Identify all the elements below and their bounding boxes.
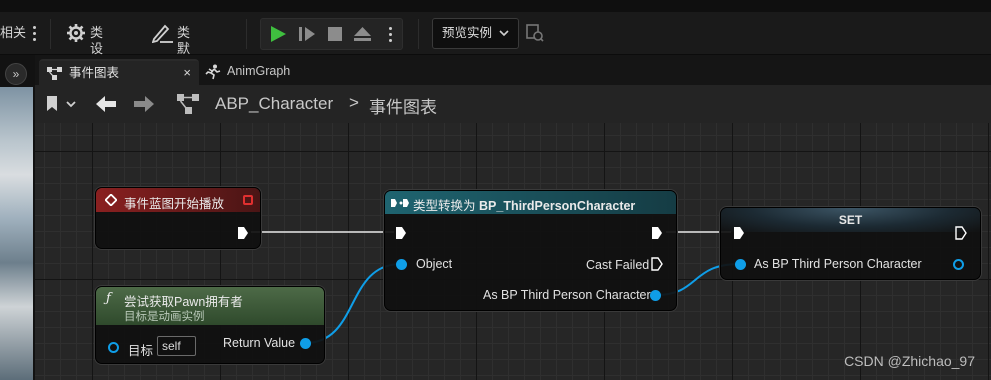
gear-icon — [67, 24, 85, 42]
exec-output-pin[interactable] — [651, 226, 663, 240]
viewport-thumbnail — [0, 87, 33, 380]
graph-icon — [177, 94, 199, 114]
play-icon[interactable] — [269, 25, 287, 43]
as-character-output-pin[interactable] — [650, 290, 661, 301]
toolbar-divider — [418, 19, 419, 49]
tab-anim-graph[interactable]: AnimGraph — [203, 59, 363, 85]
back-arrow-icon[interactable] — [95, 95, 117, 113]
cast-title-prefix: 类型转换为 — [413, 199, 476, 213]
event-diamond-icon — [105, 194, 117, 206]
watermark: CSDN @Zhichao_97 — [844, 353, 975, 369]
bookmark-icon[interactable] — [45, 95, 77, 113]
running-figure-icon — [205, 64, 221, 80]
node-subtitle: 目标是动画实例 — [124, 311, 205, 323]
class-defaults-button[interactable]: 类默认值 — [151, 23, 190, 88]
cut-off-label: 相关 — [0, 25, 27, 40]
chevron-down-icon — [499, 30, 509, 37]
debug-filter-icon[interactable] — [526, 24, 544, 42]
exec-input-pin[interactable] — [395, 226, 407, 240]
tab-event-graph[interactable]: 事件图表 × — [39, 59, 199, 85]
stop-icon[interactable] — [327, 26, 343, 42]
class-settings-button[interactable]: 类设置 — [66, 23, 103, 72]
delegate-pin-icon[interactable] — [243, 195, 253, 205]
as-character-label: As BP Third Person Character — [483, 288, 651, 302]
breadcrumb-graph[interactable]: 事件图表 — [369, 93, 437, 118]
close-icon[interactable]: × — [183, 61, 191, 85]
toolbar: 相关 类设置 类默认值 — [0, 0, 991, 88]
set-variable-node[interactable]: SET As BP Third Person Character — [720, 207, 981, 280]
exec-output-pin[interactable] — [955, 226, 967, 240]
toolbar-divider — [50, 19, 51, 49]
variable-input-pin[interactable] — [735, 259, 746, 270]
target-label: 目标 — [128, 344, 154, 358]
function-icon: ƒ — [106, 291, 111, 306]
return-value-pin[interactable] — [300, 338, 311, 349]
variable-label: As BP Third Person Character — [754, 257, 922, 271]
exec-output-pin[interactable] — [237, 226, 249, 240]
graph-icon — [47, 67, 62, 80]
breadcrumb-separator: > — [349, 93, 359, 112]
tab-bar: 事件图表 × AnimGraph — [35, 55, 991, 85]
node-header: SET — [721, 208, 980, 232]
node-title: 类型转换为 BP_ThirdPersonCharacter — [413, 195, 635, 214]
play-options-icon[interactable] — [389, 27, 393, 43]
node-header: ƒ 尝试获取Pawn拥有者 目标是动画实例 — [96, 287, 324, 325]
double-chevron-icon: » — [12, 67, 20, 81]
tab-label: AnimGraph — [227, 64, 291, 78]
object-label: Object — [416, 257, 453, 271]
tab-label: 事件图表 — [69, 66, 120, 80]
graph-nav-bar: ABP_Character > 事件图表 — [35, 85, 991, 123]
node-header: 类型转换为 BP_ThirdPersonCharacter — [385, 191, 676, 214]
node-header: 事件蓝图开始播放 — [96, 188, 260, 212]
cast-failed-exec-pin[interactable] — [651, 257, 663, 271]
try-get-pawn-owner-node[interactable]: ƒ 尝试获取Pawn拥有者 目标是动画实例 目标 self Return Val… — [95, 286, 325, 364]
target-input-pin[interactable] — [108, 342, 119, 353]
eject-icon[interactable] — [353, 26, 372, 43]
more-options-icon[interactable] — [33, 26, 37, 42]
expand-panel-button[interactable]: » — [5, 63, 27, 85]
variable-output-pin[interactable] — [953, 259, 964, 270]
cast-node[interactable]: 类型转换为 BP_ThirdPersonCharacter Object Cas… — [384, 190, 677, 311]
cast-failed-label: Cast Failed — [586, 258, 650, 272]
toolbar-divider — [246, 19, 247, 49]
forward-arrow-icon[interactable] — [133, 95, 155, 113]
object-input-pin[interactable] — [396, 259, 407, 270]
node-title: SET — [838, 213, 863, 227]
edit-defaults-icon — [151, 24, 173, 44]
breadcrumb-asset[interactable]: ABP_Character — [215, 94, 333, 114]
preview-instance-label: 预览实例 — [442, 26, 493, 40]
event-begin-play-node[interactable]: 事件蓝图开始播放 — [95, 187, 261, 249]
node-title: 事件蓝图开始播放 — [124, 197, 225, 211]
play-controls — [260, 18, 403, 50]
return-value-label: Return Value — [223, 336, 296, 350]
exec-input-pin[interactable] — [733, 226, 745, 240]
step-icon[interactable] — [298, 26, 316, 42]
cast-icon — [391, 199, 409, 207]
title-strip — [0, 0, 991, 12]
target-value-field[interactable]: self — [157, 336, 196, 356]
preview-instance-dropdown[interactable]: 预览实例 — [432, 18, 519, 49]
cast-title-class: BP_ThirdPersonCharacter — [479, 199, 636, 213]
